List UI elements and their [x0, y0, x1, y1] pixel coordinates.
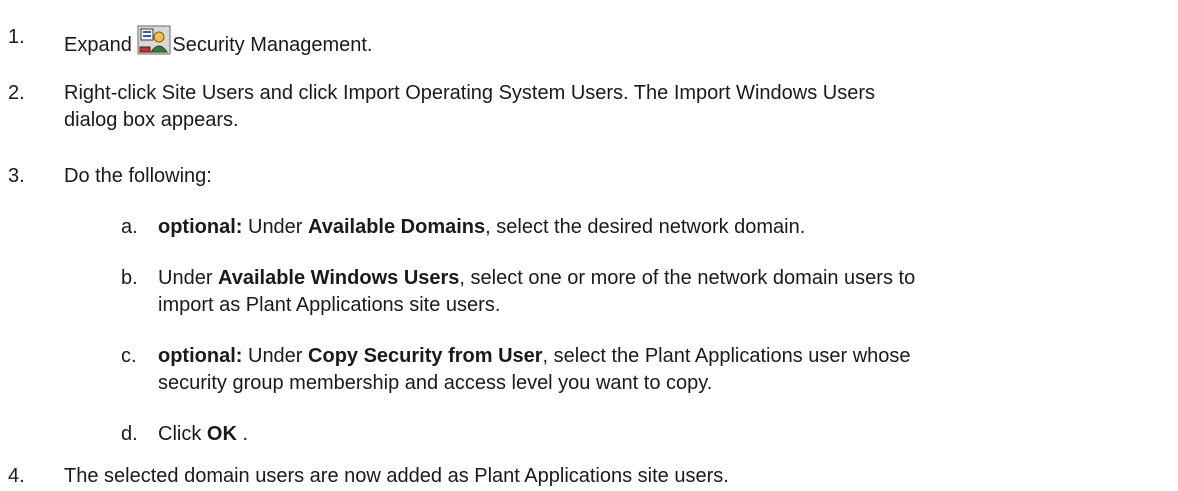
substep-c-line-1: optional: Under Copy Security from User,… [158, 344, 911, 368]
step-3-number: 3. [8, 165, 25, 187]
step-2-line-2: dialog box appears. [64, 109, 239, 131]
step-1-before: Expand [64, 34, 138, 56]
step-4-text: The selected domain users are now added … [64, 465, 729, 487]
optional-label: optional: [158, 216, 243, 238]
substep-a-letter: a. [121, 216, 138, 238]
substep-d-span-0: Click [158, 423, 207, 445]
step-1-number: 1. [8, 26, 25, 48]
substep-b-span-0: Under [158, 267, 219, 289]
step-4-number: 4. [8, 465, 25, 487]
available-domains-label: Available Domains [308, 216, 486, 238]
step-1-text: Expand Security Management. [64, 25, 373, 57]
step-2-line-1: Right-click Site Users and click Import … [64, 82, 875, 104]
substep-a-span-2: , select the desired network domain. [485, 216, 806, 238]
substep-a-span-1: Under [242, 216, 309, 238]
substep-b-span-1: , select one or more of the network doma… [459, 267, 916, 289]
step-3-text: Do the following: [64, 165, 212, 187]
optional-label: optional: [158, 345, 243, 367]
substep-c-span-2: , select the Plant Applications user who… [542, 345, 911, 367]
substep-c-span-1: Under [242, 345, 309, 367]
substep-a-text: optional: Under Available Domains, selec… [158, 215, 805, 239]
substep-c-line-2: security group membership and access lev… [158, 372, 713, 394]
step-2-number: 2. [8, 82, 25, 104]
ok-label: OK [206, 423, 237, 445]
step-1-after: Security Management. [172, 34, 373, 56]
substep-b-letter: b. [121, 267, 138, 289]
substep-d-letter: d. [121, 423, 138, 445]
substep-b-line-2: import as Plant Applications site users. [158, 294, 501, 316]
substep-d-text: Click OK . [158, 422, 248, 446]
substep-d-span-1: . [236, 423, 249, 445]
copy-security-from-user-label: Copy Security from User [308, 345, 543, 367]
security-management-icon [137, 25, 171, 55]
substep-c-letter: c. [121, 345, 137, 367]
substep-b-line-1: Under Available Windows Users, select on… [158, 266, 915, 290]
available-windows-users-label: Available Windows Users [218, 267, 460, 289]
